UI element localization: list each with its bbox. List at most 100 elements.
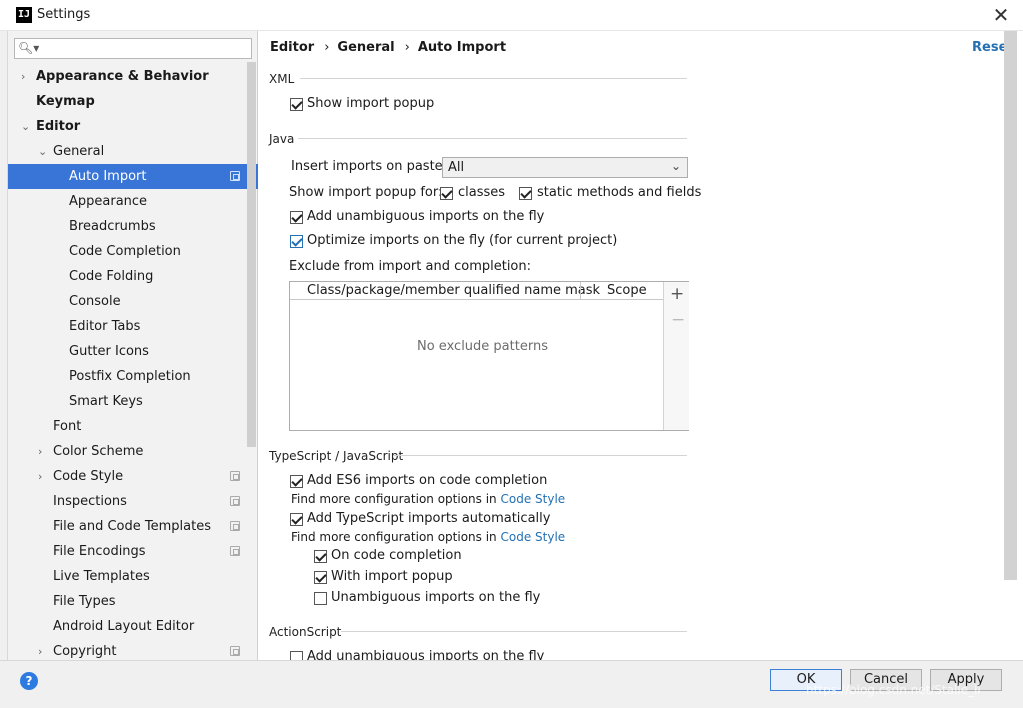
insert-imports-label: Insert imports on paste: bbox=[291, 159, 448, 174]
copy-icon bbox=[230, 496, 240, 506]
sidebar-item-general[interactable]: ⌄ General bbox=[8, 139, 250, 164]
add-typescript-checkbox[interactable] bbox=[290, 513, 303, 526]
sidebar-item-label: Auto Import bbox=[69, 169, 147, 184]
sidebar-item-color-scheme[interactable]: › Color Scheme bbox=[8, 439, 250, 464]
help-icon[interactable]: ? bbox=[20, 672, 38, 690]
section-divider bbox=[341, 631, 687, 632]
copy-icon bbox=[230, 546, 240, 556]
static-methods-checkbox[interactable] bbox=[519, 187, 532, 200]
sidebar-item-code-completion[interactable]: Code Completion bbox=[8, 239, 250, 264]
as-add-unambiguous-checkbox[interactable] bbox=[290, 651, 303, 660]
copy-icon bbox=[230, 646, 240, 656]
title-bar bbox=[0, 0, 1023, 31]
chevron-right-icon[interactable]: › bbox=[38, 439, 42, 464]
classes-label: classes bbox=[458, 185, 506, 200]
sidebar-item-live-templates[interactable]: Live Templates bbox=[8, 564, 250, 589]
find-more-prefix: Find more configuration options in bbox=[291, 530, 501, 544]
sidebar-item-code-folding[interactable]: Code Folding bbox=[8, 264, 250, 289]
sidebar-item-code-style[interactable]: › Code Style bbox=[8, 464, 250, 489]
classes-checkbox[interactable] bbox=[440, 187, 453, 200]
sidebar-item-editor[interactable]: ⌄ Editor bbox=[8, 114, 250, 139]
sidebar-item-inspections[interactable]: Inspections bbox=[8, 489, 250, 514]
sidebar-item-label: Code Style bbox=[53, 469, 124, 484]
insert-imports-value: All bbox=[448, 160, 465, 175]
section-divider bbox=[300, 78, 687, 79]
sidebar-item-postfix-completion[interactable]: Postfix Completion bbox=[8, 364, 250, 389]
section-divider bbox=[298, 138, 687, 139]
add-es6-checkbox[interactable] bbox=[290, 475, 303, 488]
close-icon[interactable]: ✕ bbox=[990, 3, 1012, 27]
sidebar-item-console[interactable]: Console bbox=[8, 289, 250, 314]
sidebar-item-label: Appearance & Behavior bbox=[36, 69, 209, 84]
on-code-completion-checkbox[interactable] bbox=[314, 550, 327, 563]
search-icon: 🔍︎▾ bbox=[18, 41, 40, 55]
add-unambiguous-checkbox[interactable] bbox=[290, 211, 303, 224]
sidebar-item-editor-tabs[interactable]: Editor Tabs bbox=[8, 314, 250, 339]
section-java: Java bbox=[269, 132, 295, 146]
sidebar-item-appearance-behavior[interactable]: › Appearance & Behavior bbox=[8, 64, 250, 89]
app-icon: IJ bbox=[16, 7, 32, 23]
search-input[interactable]: 🔍︎▾ bbox=[14, 38, 252, 59]
add-es6-label: Add ES6 imports on code completion bbox=[307, 473, 548, 488]
chevron-right-icon[interactable]: › bbox=[38, 464, 42, 489]
remove-icon[interactable]: − bbox=[671, 310, 685, 330]
unambiguous-imports-checkbox[interactable] bbox=[314, 592, 327, 605]
chevron-down-icon[interactable]: ⌄ bbox=[21, 114, 30, 139]
chevron-right-icon[interactable]: › bbox=[38, 639, 42, 660]
insert-imports-select[interactable]: All ⌄ bbox=[442, 157, 688, 178]
find-more-text-2: Find more configuration options in Code … bbox=[291, 530, 565, 544]
copy-icon bbox=[230, 521, 240, 531]
sidebar-item-file-encodings[interactable]: File Encodings bbox=[8, 539, 250, 564]
section-actionscript: ActionScript bbox=[269, 625, 342, 639]
table-header: Class/package/member qualified name mask… bbox=[290, 282, 664, 300]
code-style-link[interactable]: Code Style bbox=[500, 530, 565, 544]
sidebar-item-font[interactable]: Font bbox=[8, 414, 250, 439]
add-typescript-label: Add TypeScript imports automatically bbox=[307, 511, 551, 526]
sidebar-item-label: Editor Tabs bbox=[69, 319, 141, 334]
show-import-popup-checkbox[interactable] bbox=[290, 98, 303, 111]
with-import-popup-checkbox[interactable] bbox=[314, 571, 327, 584]
with-import-popup-label: With import popup bbox=[331, 569, 453, 584]
optimize-imports-checkbox[interactable] bbox=[290, 235, 303, 248]
sidebar-item-breadcrumbs[interactable]: Breadcrumbs bbox=[8, 214, 250, 239]
sidebar-item-label: General bbox=[53, 144, 105, 159]
sidebar-item-keymap[interactable]: Keymap bbox=[8, 89, 250, 114]
find-more-text-1: Find more configuration options in Code … bbox=[291, 492, 565, 506]
sidebar-item-gutter-icons[interactable]: Gutter Icons bbox=[8, 339, 250, 364]
add-unambiguous-label: Add unambiguous imports on the fly bbox=[307, 209, 545, 224]
sidebar-scrollbar[interactable] bbox=[247, 62, 256, 447]
sidebar-item-android-layout-editor[interactable]: Android Layout Editor bbox=[8, 614, 250, 639]
sidebar-item-file-and-code-templates[interactable]: File and Code Templates bbox=[8, 514, 250, 539]
breadcrumb-separator: › bbox=[324, 40, 330, 55]
breadcrumb-general: General bbox=[337, 40, 395, 55]
sidebar-item-copyright[interactable]: › Copyright bbox=[8, 639, 250, 660]
sidebar-item-label: File Types bbox=[53, 594, 116, 609]
sidebar-item-appearance[interactable]: Appearance bbox=[8, 189, 250, 214]
sidebar-item-label: Font bbox=[53, 419, 82, 434]
breadcrumb-separator: › bbox=[404, 40, 410, 55]
show-import-popup-label: Show import popup bbox=[307, 96, 435, 111]
column-header-scope[interactable]: Scope bbox=[607, 283, 647, 298]
table-toolbar: + − bbox=[663, 282, 689, 430]
sidebar-item-file-types[interactable]: File Types bbox=[8, 589, 250, 614]
sidebar-item-auto-import[interactable]: Auto Import bbox=[8, 164, 258, 189]
sidebar-item-label: Editor bbox=[36, 119, 81, 134]
chevron-right-icon[interactable]: › bbox=[21, 64, 25, 89]
sidebar-item-label: Copyright bbox=[53, 644, 117, 659]
section-xml: XML bbox=[269, 72, 295, 86]
breadcrumb-auto-import: Auto Import bbox=[417, 40, 507, 55]
exclude-table[interactable]: Class/package/member qualified name mask… bbox=[289, 281, 689, 431]
content-scrollbar[interactable] bbox=[1004, 31, 1017, 580]
clipped-row: Add unambiguous imports on the fly bbox=[259, 648, 1004, 660]
column-header-mask[interactable]: Class/package/member qualified name mask bbox=[307, 283, 600, 298]
sidebar-item-smart-keys[interactable]: Smart Keys bbox=[8, 389, 250, 414]
watermark-text: https://blog.csdn.net/Stalle_li bbox=[806, 683, 981, 697]
chevron-down-icon[interactable]: ⌄ bbox=[38, 139, 47, 164]
add-icon[interactable]: + bbox=[670, 284, 684, 304]
sidebar-item-label: Gutter Icons bbox=[69, 344, 149, 359]
sidebar-item-label: Breadcrumbs bbox=[69, 219, 156, 234]
settings-tree: › Appearance & Behavior Keymap ⌄ Editor ⌄ Gene… bbox=[8, 64, 258, 660]
unambiguous-imports-label: Unambiguous imports on the fly bbox=[331, 590, 541, 605]
as-add-unambiguous-label: Add unambiguous imports on the fly bbox=[307, 649, 545, 660]
code-style-link[interactable]: Code Style bbox=[500, 492, 565, 506]
